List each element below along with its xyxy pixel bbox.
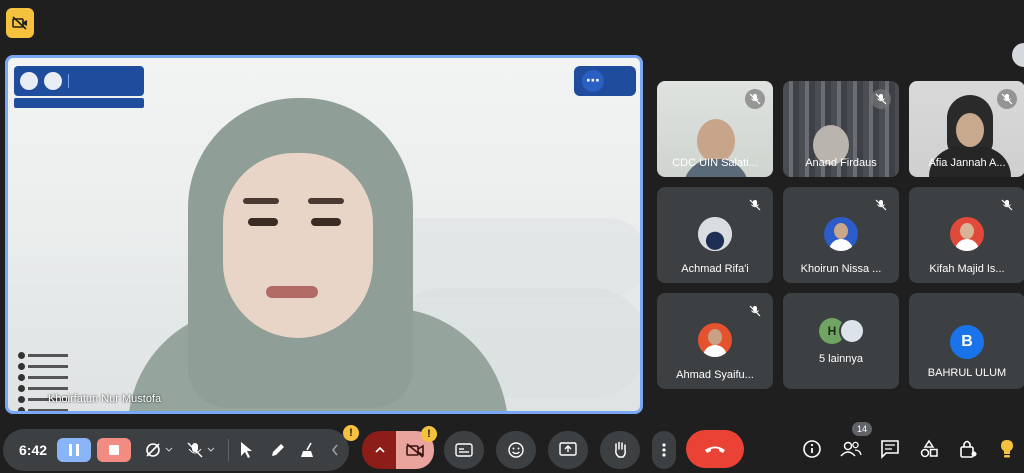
people-icon: [840, 441, 862, 457]
participant-tile[interactable]: Kifah Majid Is...: [909, 187, 1024, 283]
pause-button[interactable]: [57, 438, 91, 462]
more-vert-icon: [662, 443, 666, 457]
mic-off-icon: [871, 89, 891, 109]
broom-icon: [301, 442, 313, 457]
avatar: [950, 217, 984, 251]
video-off-icon: [406, 443, 424, 458]
participant-count-badge: 14: [852, 422, 872, 436]
tips-button[interactable]: [994, 436, 1020, 462]
scroll-handle[interactable]: [1012, 43, 1024, 67]
mic-off-icon: [745, 195, 765, 215]
pause-icon: [69, 444, 79, 456]
participant-tile[interactable]: Khoirun Nissa ...: [783, 187, 899, 283]
logo-text-block: [68, 74, 108, 88]
mic-off-icon: [745, 89, 765, 109]
activities-button[interactable]: [916, 436, 942, 462]
warning-badge: !: [421, 426, 437, 442]
participant-tile[interactable]: Achmad Rifa'i: [657, 187, 773, 283]
camera-off-badge[interactable]: [6, 8, 34, 38]
avatar: [824, 217, 858, 251]
chevron-up-icon: [375, 446, 385, 453]
emoji-icon: [508, 442, 524, 458]
hand-icon: [615, 441, 626, 458]
phone-hangup-icon: [705, 446, 725, 453]
main-speaker-tile[interactable]: ⋯ Khoirfatun Nur Mustofa: [5, 55, 643, 414]
more-options-button[interactable]: [652, 431, 676, 469]
host-controls-button[interactable]: [955, 436, 981, 462]
logo-mark: [44, 72, 62, 90]
pen-icon: [272, 444, 284, 456]
captions-icon: [455, 443, 473, 457]
logo-mark: [20, 72, 38, 90]
warning-badge: !: [343, 425, 359, 441]
collapse-toolbar-button[interactable]: [325, 440, 345, 460]
mic-off-icon: [997, 89, 1017, 109]
pointer-tool[interactable]: [235, 440, 257, 460]
others-tile[interactable]: H 5 lainnya: [783, 293, 899, 389]
speaker-face: [223, 153, 373, 338]
participant-name: Anand Firdaus: [805, 157, 877, 169]
speaker-name: Khoirfatun Nur Mustofa: [48, 393, 162, 405]
mic-off-icon: [997, 195, 1017, 215]
present-icon: [559, 442, 577, 456]
avatar: [698, 323, 732, 357]
participant-tile[interactable]: Anand Firdaus: [783, 81, 899, 177]
clock: 6:42: [19, 442, 48, 458]
reactions-button[interactable]: [496, 431, 536, 469]
stop-button[interactable]: [97, 438, 131, 462]
virtual-background-strip: [14, 98, 144, 108]
eraser-tool[interactable]: [297, 440, 319, 460]
divider: [228, 439, 229, 461]
meeting-details-button[interactable]: [799, 436, 825, 462]
mic-off-icon: [871, 195, 891, 215]
stop-icon: [109, 445, 119, 455]
present-screen-button[interactable]: [548, 431, 588, 469]
participant-tile[interactable]: Afia Jannah A...: [909, 81, 1024, 177]
participant-name: BAHRUL ULUM: [927, 367, 1007, 379]
mic-off-icon: [187, 442, 215, 458]
cursor-icon: [241, 442, 252, 458]
lightbulb-icon: [1001, 440, 1013, 458]
participant-name: Afia Jannah A...: [928, 157, 1006, 169]
shapes-icon: [920, 439, 938, 458]
more-options-icon[interactable]: ⋯: [582, 70, 604, 92]
virtual-background-badge: ⋯: [574, 66, 636, 96]
avatar-initial: B: [950, 325, 984, 359]
pen-tool[interactable]: [267, 440, 289, 460]
chevron-left-icon: [331, 444, 338, 456]
participant-tile[interactable]: Ahmad Syaifu...: [657, 293, 773, 389]
leave-call-button[interactable]: [686, 430, 744, 468]
avatar: [698, 217, 732, 251]
mic-off-toggle[interactable]: [185, 440, 217, 460]
virtual-background-logo: [14, 66, 144, 96]
raise-hand-button[interactable]: [600, 431, 640, 469]
participant-tile[interactable]: B BAHRUL ULUM: [909, 293, 1024, 389]
info-icon: [803, 440, 821, 458]
participant-name: Kifah Majid Is...: [929, 263, 1005, 275]
others-avatar: [839, 318, 865, 344]
chat-button[interactable]: [877, 436, 903, 462]
captions-button[interactable]: [444, 431, 484, 469]
chat-icon: [881, 440, 899, 459]
participant-name: CDC UIN Salati...: [672, 157, 758, 169]
participant-name: Achmad Rifa'i: [681, 263, 749, 275]
camera-off-icon: [146, 443, 173, 457]
camera-options-button[interactable]: [362, 431, 398, 469]
camera-off-icon: [12, 16, 27, 30]
presentation-toolbar: 6:42: [3, 429, 349, 471]
camera-off-toggle[interactable]: [143, 440, 175, 460]
participant-name: Ahmad Syaifu...: [676, 369, 754, 381]
people-button[interactable]: [838, 436, 864, 462]
participant-name: Khoirun Nissa ...: [800, 263, 882, 275]
mic-off-icon: [745, 301, 765, 321]
lock-person-icon: [960, 440, 977, 458]
participant-tile[interactable]: CDC UIN Salati...: [657, 81, 773, 177]
others-label: 5 lainnya: [818, 353, 864, 365]
